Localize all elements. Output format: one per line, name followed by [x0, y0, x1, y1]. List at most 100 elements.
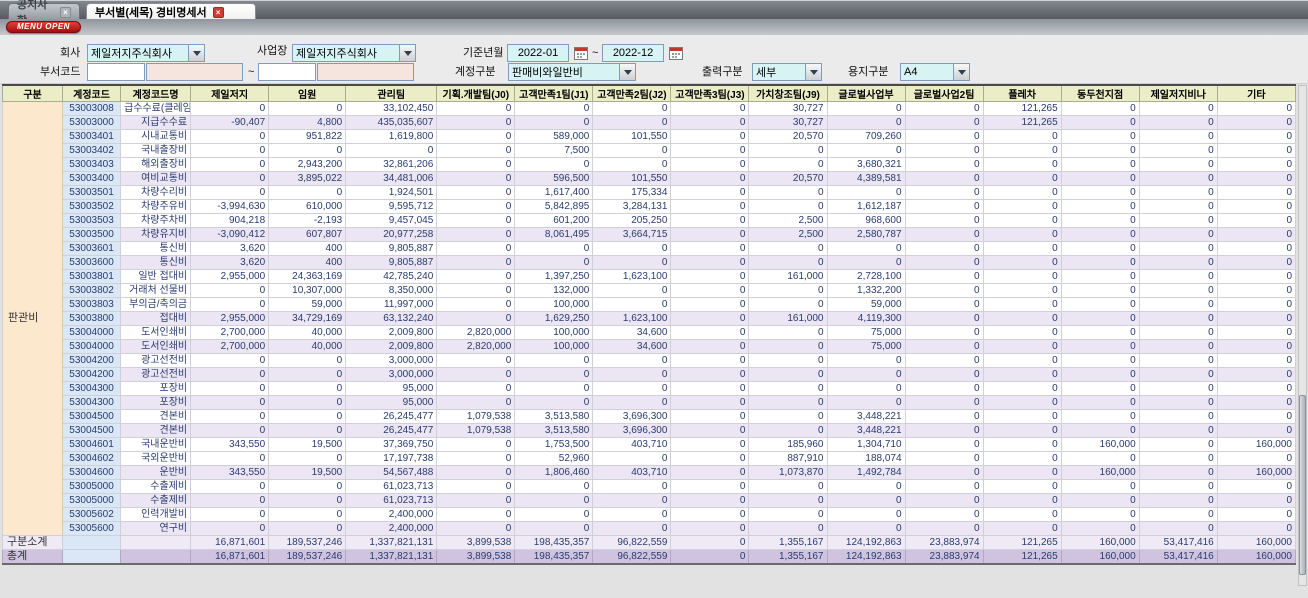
column-header[interactable]: 계정코드 — [62, 84, 122, 102]
amount-cell: 0 — [436, 353, 516, 368]
subtotal-row[interactable]: 구분소계 16,871,601 189,537,246 1,337,821,131 3,… — [1, 535, 1297, 550]
amount-cell: 0 — [268, 521, 347, 536]
amount-cell: 0 — [1138, 395, 1218, 410]
amount-cell: 0 — [904, 353, 984, 368]
amount-cell: 0 — [670, 549, 750, 565]
table-row[interactable]: 53003800 접대비 2,955,000 34,729,169 63,132,240… — [3, 311, 1297, 326]
amount-cell: 0 — [436, 465, 516, 480]
amount-cell: 1,355,167 — [748, 535, 828, 550]
close-icon[interactable]: × — [212, 6, 224, 18]
paper-type-select[interactable]: A4 — [900, 63, 970, 81]
amount-cell: 34,481,006 — [345, 171, 438, 186]
table-row[interactable]: 53003802 거래처 선물비 0 10,307,000 8,350,000 0 132,… — [3, 283, 1297, 298]
amount-cell: 0 — [670, 353, 750, 368]
amount-cell: 121,265 — [982, 535, 1062, 550]
table-row[interactable]: 53003403 해외출장비 0 2,943,200 32,861,206 0 0 0 0 0 3,… — [3, 157, 1297, 172]
table-row[interactable]: 53004601 국내운반비 343,550 19,500 37,369,750 0 1,7… — [3, 437, 1297, 452]
column-header[interactable]: 계정코드명 — [120, 84, 192, 102]
column-header[interactable]: 고객만족2팀(J2) — [592, 84, 672, 102]
amount-cell: 0 — [1216, 353, 1297, 368]
column-header[interactable]: 기타 — [1216, 84, 1297, 102]
amount-cell: 0 — [748, 283, 828, 298]
table-row[interactable]: 53003600 통신비 3,620 400 9,805,887 0 0 0 0 0 0 0 0 0 0 0 — [3, 255, 1297, 270]
total-row[interactable]: 총계 16,871,601 189,537,246 1,337,821,131 3,89… — [1, 549, 1297, 565]
table-row[interactable]: 53004200 광고선전비 0 0 3,000,000 0 0 0 0 0 0 0 0 0 0 0 — [3, 367, 1297, 382]
table-row[interactable]: 53005000 수출제비 0 0 61,023,713 0 0 0 0 0 0 0 0 0 0 0 — [3, 479, 1297, 494]
column-header[interactable]: 플레차 — [982, 84, 1062, 102]
column-header[interactable]: 제일저지비나 — [1138, 84, 1218, 102]
amount-cell: 1,079,538 — [436, 409, 516, 424]
column-header[interactable]: 동두천지점 — [1060, 84, 1140, 102]
table-row[interactable]: 53004300 포장비 0 0 95,000 0 0 0 0 0 0 0 0 0 0 0 — [3, 381, 1297, 396]
table-row[interactable]: 53005600 연구비 0 0 2,400,000 0 0 0 0 0 0 0 0 0 0 0 — [3, 521, 1297, 536]
amount-cell: 0 — [982, 423, 1062, 438]
tab-notice[interactable]: 공지사항 × — [8, 0, 80, 27]
table-row[interactable]: 53003503 차량주차비 904,218 -2,193 9,457,045 0 601,… — [3, 213, 1297, 228]
account-code-cell: 53005602 — [62, 507, 122, 522]
output-type-select[interactable]: 세부 — [752, 63, 822, 81]
table-row[interactable]: 53003801 일반 접대비 2,955,000 24,363,169 42,785,… — [3, 269, 1297, 284]
column-header[interactable]: 가치창조팀(J9) — [748, 84, 828, 102]
period-from-input[interactable] — [507, 44, 569, 62]
column-header[interactable]: 관리팀 — [345, 84, 438, 102]
amount-cell: 189,537,246 — [268, 535, 347, 550]
column-header[interactable]: 글로벌사업2팀 — [904, 84, 984, 102]
column-header[interactable]: 구분 — [1, 84, 64, 102]
account-name-cell: 부의금/축의금 — [120, 297, 192, 312]
dept-from-name-input[interactable] — [146, 63, 243, 81]
table-row[interactable]: 53004602 국외운반비 0 0 17,197,738 0 52,960 0 0 887,91… — [3, 451, 1297, 466]
amount-cell: 0 — [1216, 199, 1297, 214]
table-row[interactable]: 53003502 차량주유비 -3,994,630 610,000 9,595,712 0… — [3, 199, 1297, 214]
tab-expense-statement[interactable]: 부서별(세목) 경비명세서 × — [86, 3, 256, 20]
amount-cell: 54,567,488 — [345, 465, 438, 480]
table-row[interactable]: 53003501 차량수리비 0 0 1,924,501 0 1,617,400 175,33… — [3, 185, 1297, 200]
table-row[interactable]: 53005602 인력개발비 0 0 2,400,000 0 0 0 0 0 0 0 0 0 0 0 — [3, 507, 1297, 522]
column-header[interactable]: 고객만족3팀(J3) — [670, 84, 750, 102]
amount-cell: 0 — [826, 185, 906, 200]
vertical-scrollbar[interactable] — [1298, 85, 1307, 586]
account-type-select[interactable]: 판매비와일반비 — [508, 63, 636, 81]
table-row[interactable]: 53003401 시내교통비 0 951,822 1,619,800 0 589,000 10… — [3, 129, 1297, 144]
period-to-input[interactable] — [602, 44, 664, 62]
dept-to-name-input[interactable] — [317, 63, 414, 81]
amount-cell: 2,728,100 — [826, 269, 906, 284]
calendar-icon[interactable] — [669, 46, 683, 60]
amount-cell: 10,307,000 — [268, 283, 347, 298]
table-row[interactable]: 판관비 53003008 급수수료(클레임) 0 0 33,102,450 0 0 0 0 30,7… — [1, 101, 1297, 536]
scrollbar-thumb[interactable] — [1299, 395, 1306, 575]
table-row[interactable]: 53004500 견본비 0 0 26,245,477 1,079,538 3,513,58… — [3, 409, 1297, 424]
dept-from-code-input[interactable] — [87, 63, 145, 81]
column-header[interactable]: 기획.개발팀(J0) — [436, 84, 516, 102]
column-header[interactable]: 임원 — [268, 84, 347, 102]
column-header[interactable]: 고객만족1팀(J1) — [514, 84, 594, 102]
company-select[interactable]: 제일저지주식회사 — [87, 44, 205, 62]
table-row[interactable]: 53003601 통신비 3,620 400 9,805,887 0 0 0 0 0 0 0 0 0 0 0 — [3, 241, 1297, 256]
table-row[interactable]: 53004600 운반비 343,550 19,500 54,567,488 0 1,806… — [3, 465, 1297, 480]
amount-cell: 0 — [982, 283, 1062, 298]
table-row[interactable]: 53004200 광고선전비 0 0 3,000,000 0 0 0 0 0 0 0 0 0 0 0 — [3, 353, 1297, 368]
amount-cell: 0 — [1216, 283, 1297, 298]
table-row[interactable]: 53003402 국내출장비 0 0 0 0 7,500 0 0 0 0 0 0 0 0 0 — [3, 143, 1297, 158]
table-row[interactable]: 53003000 지급수수료 -90,407 4,800 435,035,607 0 0 0 0… — [3, 115, 1297, 130]
table-row[interactable]: 53003400 여비교통비 0 3,895,022 34,481,006 0 596,50… — [3, 171, 1297, 186]
calendar-icon[interactable] — [574, 46, 588, 60]
table-row[interactable]: 53005000 수출제비 0 0 61,023,713 0 0 0 0 0 0 0 0 0 0 0 — [3, 493, 1297, 508]
column-header[interactable]: 글로벌사업부 — [826, 84, 906, 102]
table-row[interactable]: 53004000 도서인쇄비 2,700,000 40,000 2,009,800 2,8… — [3, 325, 1297, 340]
table-row[interactable]: 53004000 도서인쇄비 2,700,000 40,000 2,009,800 2,8… — [3, 339, 1297, 354]
table-row[interactable]: 53004300 포장비 0 0 95,000 0 0 0 0 0 0 0 0 0 0 0 — [3, 395, 1297, 410]
amount-cell: 0 — [904, 115, 984, 130]
column-header[interactable]: 제일저지 — [190, 84, 270, 102]
close-icon[interactable]: × — [60, 6, 71, 18]
menu-open-button[interactable]: MENU OPEN — [6, 21, 81, 33]
amount-cell: -90,407 — [190, 115, 270, 130]
amount-cell: 0 — [1216, 185, 1297, 200]
table-row[interactable]: 53003500 차량유지비 -3,090,412 607,807 20,977,258… — [3, 227, 1297, 242]
table-row[interactable]: 53004500 견본비 0 0 26,245,477 1,079,538 3,513,58… — [3, 423, 1297, 438]
table-row[interactable]: 53003803 부의금/축의금 0 59,000 11,997,000 0 100,000… — [3, 297, 1297, 312]
site-select[interactable]: 제일저지주식회사 — [292, 44, 416, 62]
amount-cell: 0 — [268, 423, 347, 438]
amount-cell: 0 — [670, 535, 750, 550]
dept-to-code-input[interactable] — [258, 63, 316, 81]
amount-cell: 75,000 — [826, 325, 906, 340]
